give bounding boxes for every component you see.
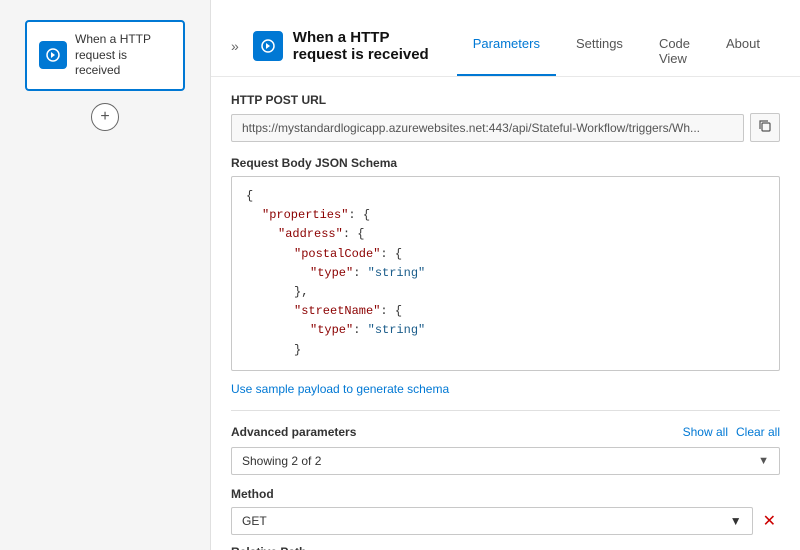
show-all-link[interactable]: Show all	[683, 425, 728, 439]
http-url-value: https://mystandardlogicapp.azurewebsites…	[231, 114, 744, 142]
sample-payload-link[interactable]: Use sample payload to generate schema	[231, 382, 449, 396]
method-select[interactable]: GET ▼	[231, 507, 753, 535]
tab-about[interactable]: About	[710, 28, 776, 76]
tab-settings[interactable]: Settings	[560, 28, 639, 76]
copy-url-button[interactable]	[750, 113, 780, 142]
properties-panel: » When a HTTP request is received Parame…	[210, 0, 800, 550]
advanced-params-label: Advanced parameters	[231, 425, 356, 439]
collapse-button[interactable]: »	[231, 38, 239, 54]
tab-codeview[interactable]: Code View	[643, 28, 706, 76]
workflow-canvas: When a HTTP request is received +	[0, 0, 210, 550]
add-step-button[interactable]: +	[91, 103, 119, 131]
relative-path-field: Relative Path ✕	[231, 545, 780, 550]
panel-content: HTTP POST URL https://mystandardlogicapp…	[211, 77, 800, 550]
method-label: Method	[231, 487, 780, 501]
clear-all-link[interactable]: Clear all	[736, 425, 780, 439]
method-chevron-icon: ▼	[730, 514, 742, 528]
section-divider	[231, 410, 780, 411]
http-url-row: https://mystandardlogicapp.azurewebsites…	[231, 113, 780, 142]
tab-parameters[interactable]: Parameters	[457, 28, 556, 76]
advanced-links: Show all Clear all	[683, 425, 780, 439]
tab-bar: Parameters Settings Code View About	[457, 28, 780, 76]
trigger-card-label: When a HTTP request is received	[75, 32, 171, 79]
header-top: » When a HTTP request is received	[231, 29, 447, 63]
method-field: Method GET ▼ ✕	[231, 487, 780, 535]
header-icon	[253, 31, 283, 61]
chevron-down-icon: ▼	[758, 455, 769, 467]
schema-label: Request Body JSON Schema	[231, 156, 780, 170]
advanced-params-row: Advanced parameters Show all Clear all	[231, 425, 780, 439]
schema-editor[interactable]: { "properties": { "address": { "postalCo…	[231, 176, 780, 371]
http-url-label: HTTP POST URL	[231, 93, 780, 107]
remove-method-button[interactable]: ✕	[759, 509, 780, 533]
showing-text: Showing 2 of 2	[242, 454, 758, 468]
panel-header: » When a HTTP request is received Parame…	[211, 0, 800, 77]
trigger-card[interactable]: When a HTTP request is received	[25, 20, 185, 91]
trigger-icon	[39, 41, 67, 69]
panel-title: When a HTTP request is received	[293, 29, 447, 63]
relative-path-label: Relative Path	[231, 545, 780, 550]
showing-dropdown[interactable]: Showing 2 of 2 ▼	[231, 447, 780, 475]
method-value: GET	[242, 514, 267, 528]
method-row: GET ▼ ✕	[231, 507, 780, 535]
